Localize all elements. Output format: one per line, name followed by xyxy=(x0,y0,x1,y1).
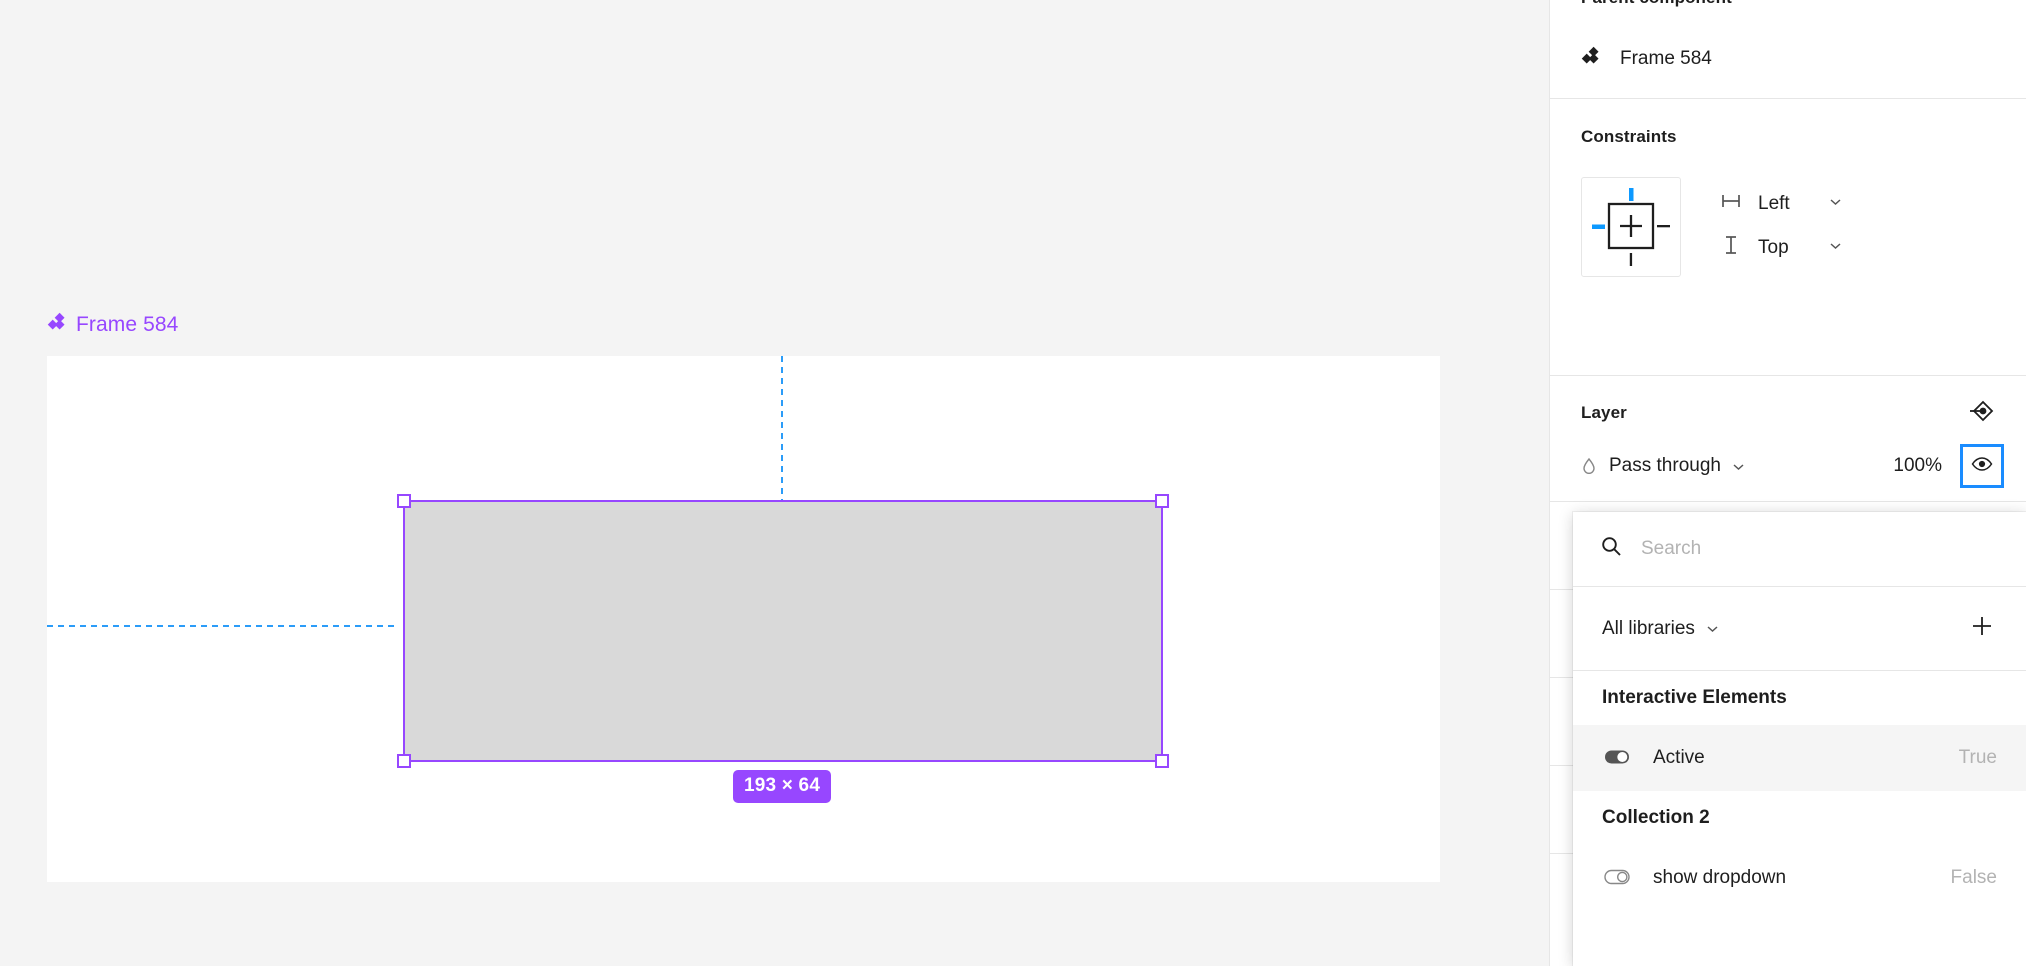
resize-handle-top-left[interactable] xyxy=(397,494,411,508)
variable-value: True xyxy=(1958,747,1997,768)
selected-rectangle[interactable] xyxy=(397,494,1169,768)
figma-editor-window: Frame 584 193 × 64 Parent component xyxy=(0,0,2026,966)
variable-name: Active xyxy=(1653,747,1705,768)
layer-title: Layer xyxy=(1581,403,1627,422)
component-diamond-icon xyxy=(1581,46,1601,72)
toggle-on-icon xyxy=(1602,741,1632,776)
layer-blend-row: Pass through 100% xyxy=(1574,444,2004,488)
constraints-widget[interactable] xyxy=(1581,177,1681,277)
component-diamond-icon xyxy=(47,312,67,338)
apply-variable-icon xyxy=(1968,396,1998,431)
search-input[interactable] xyxy=(1641,538,1999,560)
search-icon xyxy=(1600,535,1623,563)
blend-mode-value[interactable]: Pass through xyxy=(1609,455,1721,477)
layer-section: Layer Pass through 100% xyxy=(1550,376,2026,502)
eye-icon xyxy=(1970,452,1994,481)
vertical-constraint-icon xyxy=(1720,234,1742,261)
resize-handle-top-right[interactable] xyxy=(1155,494,1169,508)
horizontal-constraint-dropdown[interactable]: Left xyxy=(1720,190,1843,217)
frame-label[interactable]: Frame 584 xyxy=(47,312,178,338)
constraints-title: Constraints xyxy=(1581,127,1677,146)
parent-component-title: Parent component xyxy=(1581,0,1732,8)
variable-picker-popup[interactable]: All libraries Interactive Elements xyxy=(1573,512,2026,966)
blend-mode-drop-icon xyxy=(1574,456,1604,476)
variable-name: show dropdown xyxy=(1653,867,1787,888)
chevron-down-icon xyxy=(1828,238,1843,258)
frame-label-text: Frame 584 xyxy=(76,313,179,336)
parent-component-item[interactable]: Frame 584 xyxy=(1581,46,1712,72)
resize-handle-bottom-left[interactable] xyxy=(397,754,411,768)
parent-component-name: Frame 584 xyxy=(1620,48,1712,69)
libraries-filter-label: All libraries xyxy=(1602,617,1695,639)
resize-handle-bottom-right[interactable] xyxy=(1155,754,1169,768)
vertical-constraint-dropdown[interactable]: Top xyxy=(1720,234,1843,261)
create-variable-button[interactable] xyxy=(1965,612,1999,646)
visibility-toggle-button[interactable] xyxy=(1960,444,2004,488)
horizontal-constraint-value: Left xyxy=(1758,192,1790,214)
chevron-down-icon[interactable] xyxy=(1731,459,1746,474)
libraries-filter-row[interactable]: All libraries xyxy=(1573,587,2026,671)
variable-row-show-dropdown[interactable]: show dropdown False xyxy=(1573,845,2026,911)
vertical-constraint-value: Top xyxy=(1758,236,1789,258)
popup-search-row[interactable] xyxy=(1573,512,2026,587)
opacity-value[interactable]: 100% xyxy=(1893,455,1942,477)
dimension-badge: 193 × 64 xyxy=(733,770,832,803)
horizontal-constraint-icon xyxy=(1720,190,1742,217)
apply-variable-button[interactable] xyxy=(1963,393,2003,433)
variable-group-header: Interactive Elements xyxy=(1602,687,1787,708)
variable-group-header: Collection 2 xyxy=(1602,807,1710,828)
vertical-alignment-guide xyxy=(781,356,783,500)
constraints-grid-icon xyxy=(1582,188,1680,280)
horizontal-alignment-guide xyxy=(47,625,394,627)
toggle-off-icon xyxy=(1602,861,1632,896)
chevron-down-icon xyxy=(1828,194,1843,214)
constraints-dropdowns: Left Top xyxy=(1720,177,1843,277)
constraints-body: Left Top xyxy=(1581,177,1843,277)
design-canvas[interactable]: Frame 584 193 × 64 xyxy=(0,0,1549,966)
plus-icon xyxy=(1968,612,1996,645)
chevron-down-icon[interactable] xyxy=(1705,621,1720,636)
variable-row-active[interactable]: Active True xyxy=(1573,725,2026,791)
parent-component-section: Parent component Frame 584 xyxy=(1550,0,2026,99)
variable-value: False xyxy=(1950,867,1997,888)
constraints-section: Constraints Left Top xyxy=(1550,99,2026,376)
